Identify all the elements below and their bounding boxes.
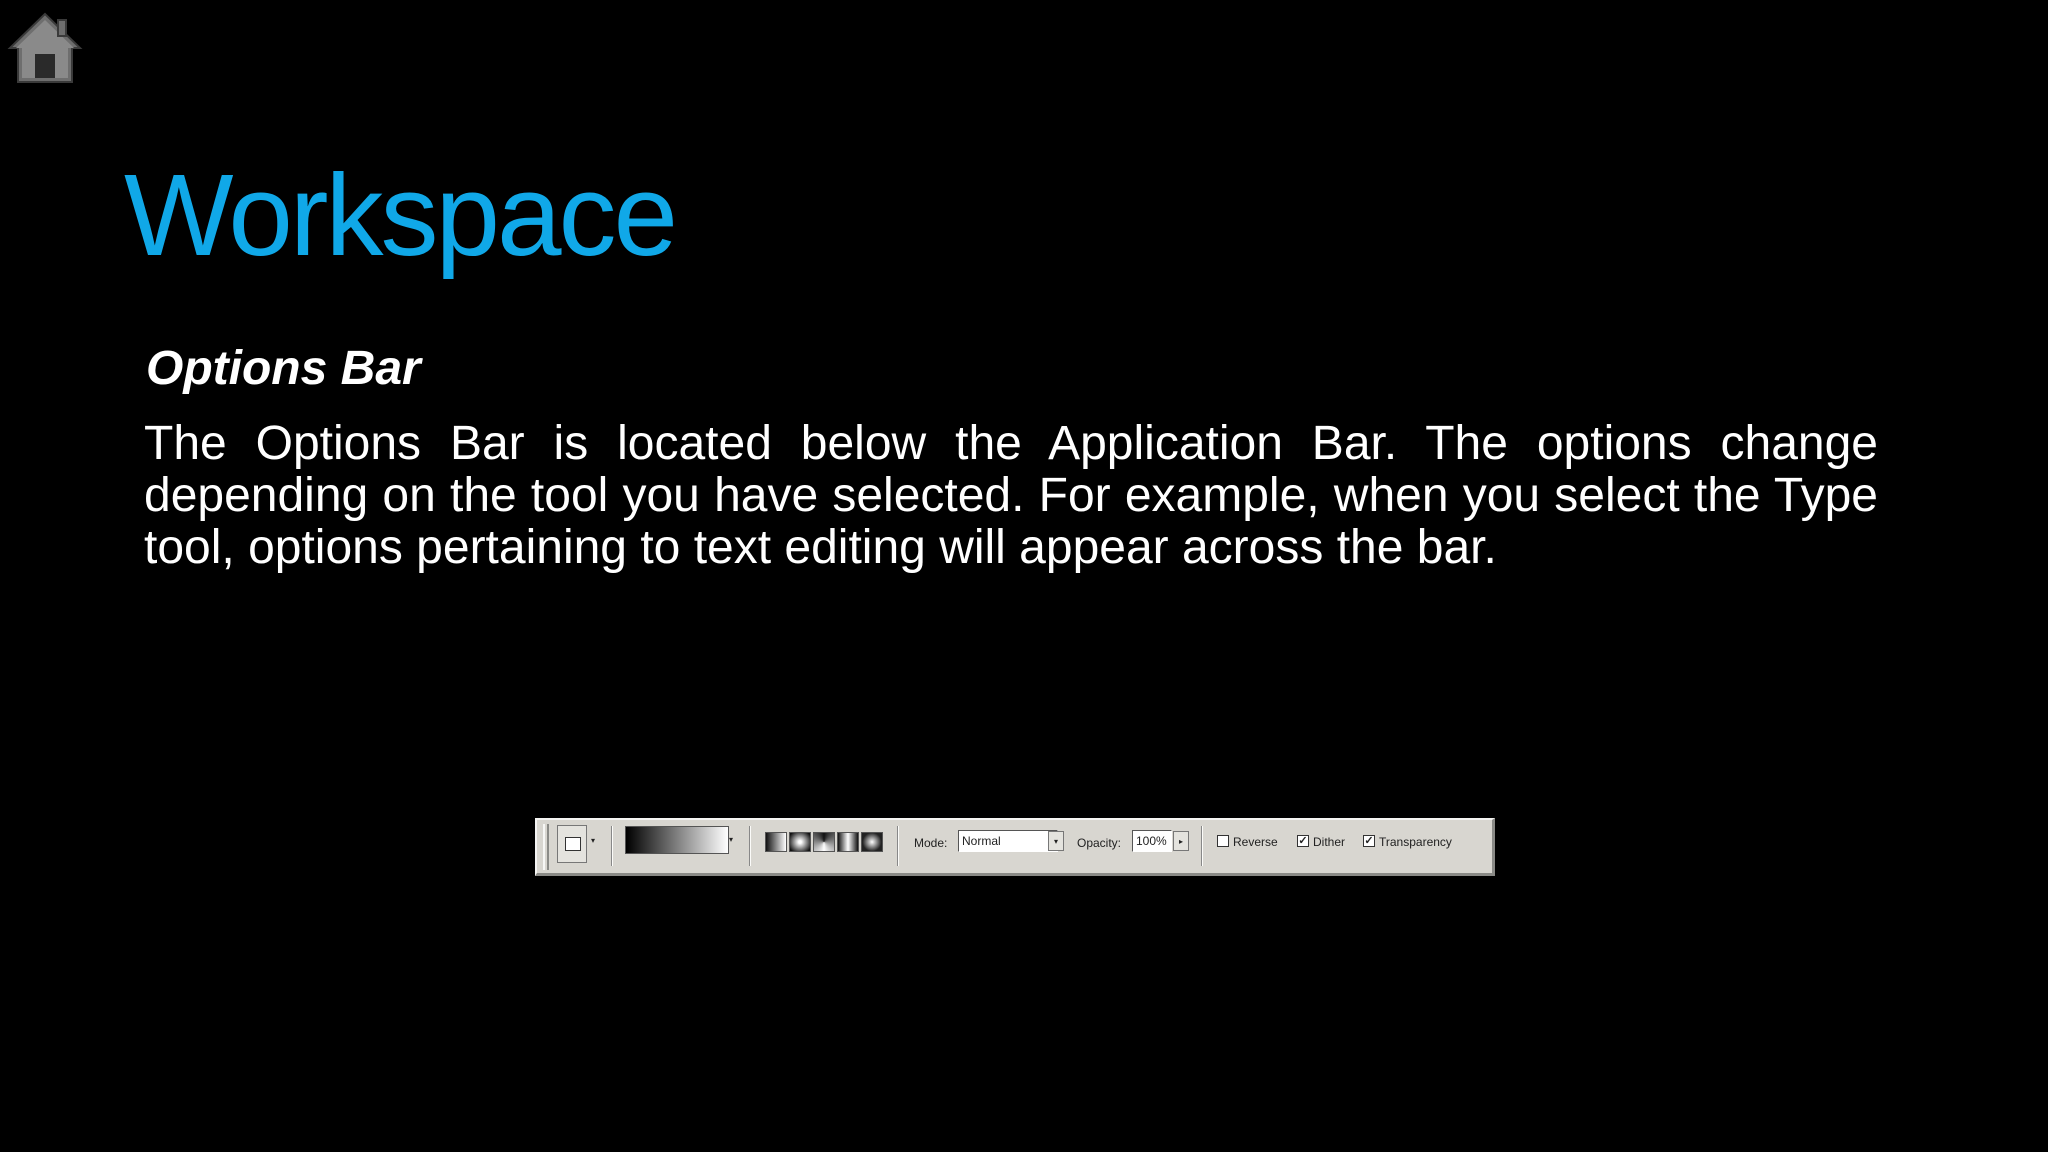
body-paragraph: The Options Bar is located below the App… [144, 417, 1878, 574]
gradient-picker[interactable] [625, 826, 729, 854]
options-bar-image: ▾ ▾ Mode: Normal ▾ Opacity: 100% ▸ Rever… [535, 818, 1495, 876]
home-button[interactable] [6, 10, 84, 88]
separator [1201, 826, 1203, 866]
home-icon [7, 12, 83, 83]
reflected-gradient-button[interactable] [837, 832, 859, 852]
mode-label: Mode: [914, 836, 948, 850]
radial-gradient-button[interactable] [789, 832, 811, 852]
separator [749, 826, 751, 866]
mode-select[interactable]: Normal [958, 830, 1058, 852]
gradient-dropdown-arrow[interactable]: ▾ [725, 834, 737, 846]
slide-title: Workspace [124, 150, 678, 280]
section-heading: Options Bar [146, 342, 421, 395]
transparency-label: Transparency [1379, 835, 1452, 849]
opacity-input[interactable]: 100% [1132, 830, 1172, 852]
reverse-label: Reverse [1233, 835, 1278, 849]
tool-preset-dropdown-arrow[interactable]: ▾ [589, 836, 597, 846]
toolbar-grip [543, 824, 549, 870]
transparency-checkbox[interactable]: ✓ [1363, 835, 1375, 847]
tool-preset-button[interactable] [557, 825, 587, 863]
separator [897, 826, 899, 866]
linear-gradient-button[interactable] [765, 832, 787, 852]
diamond-gradient-button[interactable] [861, 832, 883, 852]
tool-preset-icon [565, 837, 581, 851]
opacity-stepper[interactable]: ▸ [1173, 831, 1189, 851]
angle-gradient-button[interactable] [813, 832, 835, 852]
dither-checkbox[interactable]: ✓ [1297, 835, 1309, 847]
separator [611, 826, 613, 866]
dither-label: Dither [1313, 835, 1346, 849]
reverse-checkbox[interactable] [1217, 835, 1229, 847]
opacity-label: Opacity: [1077, 836, 1122, 850]
mode-dropdown-arrow[interactable]: ▾ [1048, 831, 1064, 851]
